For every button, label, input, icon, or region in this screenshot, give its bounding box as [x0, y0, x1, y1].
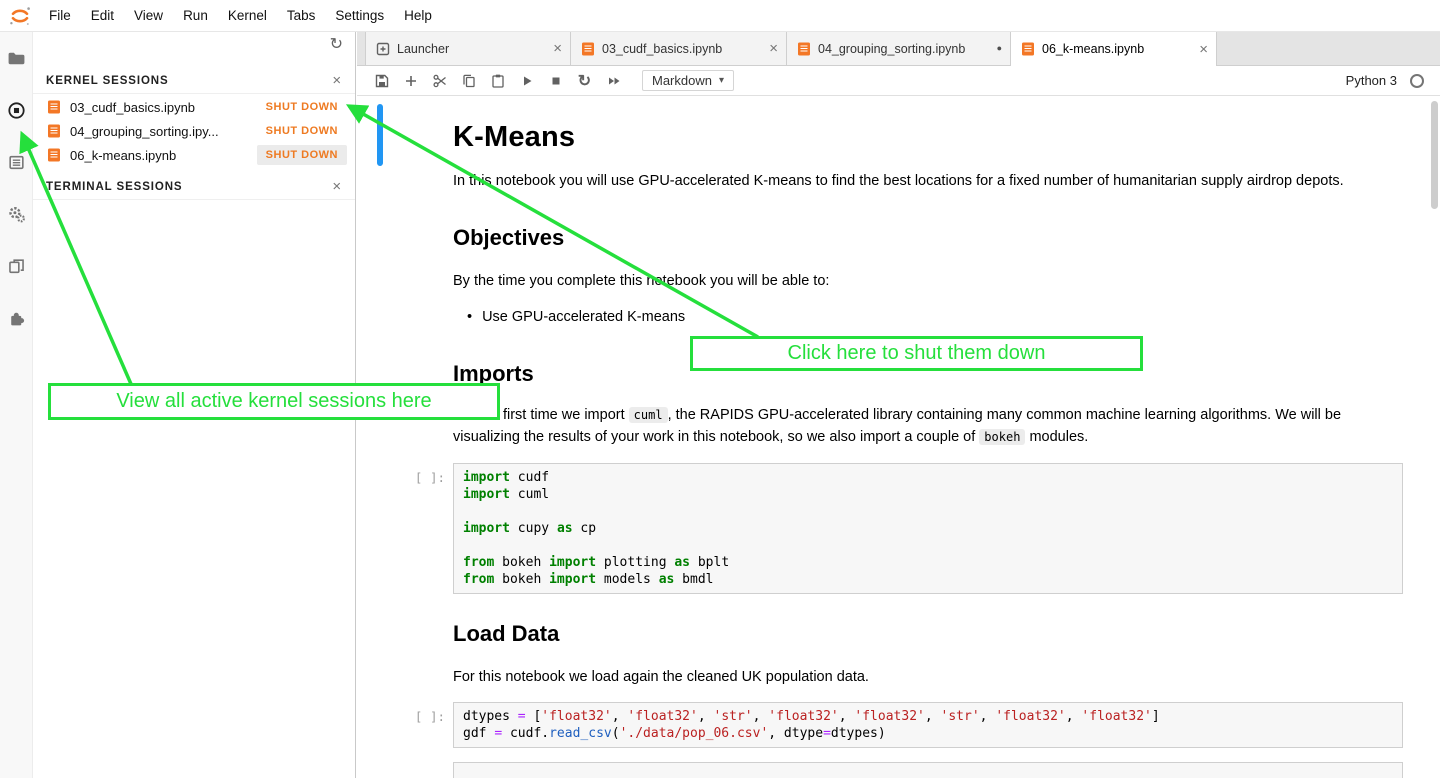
cut-cells-icon[interactable]	[425, 69, 454, 93]
restart-kernel-icon[interactable]: ↻	[570, 69, 599, 93]
notebook-icon	[1021, 42, 1035, 56]
load-data-paragraph: For this notebook we load again the clea…	[453, 666, 1405, 688]
code-editor[interactable]: dtypes = ['float32', 'float32', 'str', '…	[453, 702, 1403, 748]
vertical-scrollbar-thumb[interactable]	[1431, 101, 1438, 209]
tab-label: Launcher	[397, 42, 449, 56]
notebook-content: K-Means In this notebook you will use GP…	[357, 96, 1440, 778]
tab-label: 06_k-means.ipynb	[1042, 42, 1144, 56]
shutdown-button[interactable]: SHUT DOWN	[257, 145, 347, 165]
input-prompt: [ ]:	[393, 470, 445, 485]
tab-launcher[interactable]: Launcher ×	[365, 32, 571, 65]
session-name: 03_cudf_basics.ipynb	[70, 100, 195, 115]
restart-run-all-icon[interactable]	[599, 69, 628, 93]
command-palette-icon[interactable]	[0, 136, 33, 188]
inline-code-bokeh: bokeh	[979, 429, 1025, 445]
interrupt-kernel-icon[interactable]	[541, 69, 570, 93]
close-tab-icon[interactable]: ×	[769, 41, 778, 56]
notebook-icon	[47, 100, 61, 114]
kernel-sessions-header: KERNEL SESSIONS ×	[33, 68, 355, 94]
shutdown-button[interactable]: SHUT DOWN	[257, 121, 347, 141]
extension-manager-icon[interactable]	[0, 292, 33, 344]
menu-item-tabs[interactable]: Tabs	[277, 0, 326, 32]
menu-item-view[interactable]: View	[124, 0, 173, 32]
cell-type-dropdown[interactable]: Markdown ▾	[642, 70, 734, 91]
menu-item-help[interactable]: Help	[394, 0, 442, 32]
intro-paragraph: In this notebook you will use GPU-accele…	[453, 170, 1405, 192]
notebook-icon	[47, 148, 61, 162]
menu-item-kernel[interactable]: Kernel	[218, 0, 277, 32]
paste-cells-icon[interactable]	[483, 69, 512, 93]
markdown-cell-load-data: Load Data For this notebook we load agai…	[453, 620, 1405, 688]
kernel-sessions-title: KERNEL SESSIONS	[46, 75, 169, 87]
notebook-icon	[47, 124, 61, 138]
code-cell-load-data: [ ]: dtypes = ['float32', 'float32', 'st…	[357, 702, 1403, 748]
code-editor[interactable]	[453, 762, 1403, 778]
unsaved-changes-dot[interactable]: ●	[997, 44, 1002, 53]
input-prompt: [ ]:	[393, 709, 445, 724]
notebook-h1: K-Means	[453, 120, 1405, 154]
load-data-heading: Load Data	[453, 620, 1405, 647]
kernel-session-row[interactable]: 06_k-means.ipynb SHUT DOWN	[33, 143, 355, 167]
file-browser-icon[interactable]	[0, 32, 33, 84]
tab-06-k-means[interactable]: 06_k-means.ipynb ×	[1011, 32, 1217, 66]
left-sidebar-rail	[0, 32, 33, 778]
menu-bar: File Edit View Run Kernel Tabs Settings …	[0, 0, 1440, 32]
kernel-status-icon	[1410, 74, 1424, 88]
tab-label: 03_cudf_basics.ipynb	[602, 42, 722, 56]
copy-cells-icon[interactable]	[454, 69, 483, 93]
objectives-heading: Objectives	[453, 224, 1405, 251]
terminal-sessions-header: TERMINAL SESSIONS ×	[33, 174, 355, 200]
session-name: 06_k-means.ipynb	[70, 148, 176, 163]
objectives-intro: By the time you complete this notebook y…	[453, 270, 1405, 292]
running-sessions-icon[interactable]	[0, 84, 33, 136]
code-editor[interactable]: import cudfimport cuml import cupy as cp…	[453, 463, 1403, 594]
notebook-icon	[581, 42, 595, 56]
jupyterlab-window: File Edit View Run Kernel Tabs Settings …	[0, 0, 1440, 778]
code-cell-partial	[357, 762, 1403, 778]
markdown-cell-objectives: Objectives By the time you complete this…	[453, 224, 1405, 328]
main-dock-area: Launcher × 03_cudf_basics.ipynb × 04_gro…	[357, 32, 1440, 778]
add-cell-icon[interactable]	[396, 69, 425, 93]
open-tabs-icon[interactable]	[0, 240, 33, 292]
tab-03-cudf-basics[interactable]: 03_cudf_basics.ipynb ×	[571, 32, 787, 65]
refresh-sessions-icon[interactable]: ↻	[330, 37, 343, 53]
shutdown-button[interactable]: SHUT DOWN	[257, 97, 347, 117]
annotation-shutdown-label: Click here to shut them down	[690, 336, 1143, 371]
close-tab-icon[interactable]: ×	[553, 41, 562, 56]
save-icon[interactable]	[367, 69, 396, 93]
notebook-toolbar: ↻ Markdown ▾ Python 3	[357, 66, 1440, 96]
collapse-kernel-sessions-icon[interactable]: ×	[332, 73, 342, 88]
tab-04-grouping-sorting[interactable]: 04_grouping_sorting.ipynb ●	[787, 32, 1011, 65]
close-tab-icon[interactable]: ×	[1199, 42, 1208, 57]
kernel-session-row[interactable]: 04_grouping_sorting.ipy... SHUT DOWN	[33, 119, 355, 143]
property-inspector-icon[interactable]	[0, 188, 33, 240]
menu-item-run[interactable]: Run	[173, 0, 218, 32]
tab-label: 04_grouping_sorting.ipynb	[818, 42, 965, 56]
collapse-terminal-sessions-icon[interactable]: ×	[332, 179, 342, 194]
objectives-bullet: Use GPU-accelerated K-means	[482, 307, 685, 328]
kernel-name[interactable]: Python 3	[1346, 73, 1397, 88]
selected-cell-collapser[interactable]	[377, 104, 383, 166]
kernel-session-row[interactable]: 03_cudf_basics.ipynb SHUT DOWN	[33, 95, 355, 119]
inline-code-cuml: cuml	[629, 407, 668, 423]
menu-item-edit[interactable]: Edit	[81, 0, 124, 32]
code-cell-imports: [ ]: import cudfimport cuml import cupy …	[357, 463, 1403, 594]
notebook-icon	[797, 42, 811, 56]
launcher-icon	[376, 42, 390, 56]
imports-paragraph: For the first time we import cuml, the R…	[453, 404, 1405, 448]
menu-item-settings[interactable]: Settings	[325, 0, 394, 32]
terminal-sessions-title: TERMINAL SESSIONS	[46, 181, 183, 193]
tab-bar: Launcher × 03_cudf_basics.ipynb × 04_gro…	[357, 32, 1440, 66]
chevron-down-icon: ▾	[719, 75, 724, 86]
bullet-icon: •	[467, 307, 472, 328]
annotation-kernel-sessions-label: View all active kernel sessions here	[48, 383, 500, 420]
markdown-cell-title: K-Means In this notebook you will use GP…	[453, 106, 1405, 192]
run-cell-icon[interactable]	[512, 69, 541, 93]
jupyter-logo	[8, 4, 32, 28]
markdown-cell-imports: Imports For the first time we import cum…	[453, 360, 1405, 448]
cell-type-value: Markdown	[652, 73, 712, 88]
session-name: 04_grouping_sorting.ipy...	[70, 124, 219, 139]
menu-item-file[interactable]: File	[39, 0, 81, 32]
